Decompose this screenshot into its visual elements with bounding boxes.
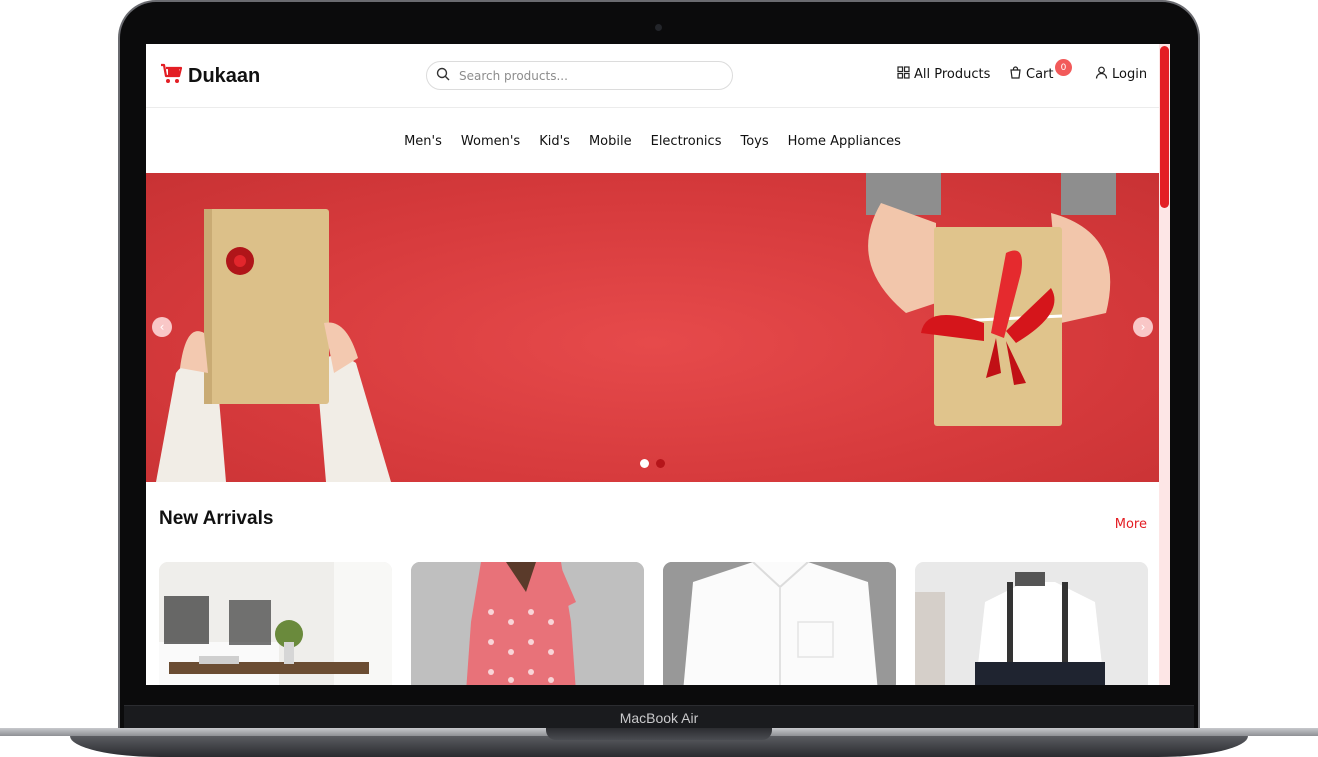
logo-text: Dukaan bbox=[188, 64, 261, 87]
chevron-right-icon: › bbox=[1140, 320, 1146, 334]
chevron-left-icon: ‹ bbox=[159, 320, 165, 334]
category-link-kids[interactable]: Kid's bbox=[539, 134, 570, 149]
category-nav: Men's Women's Kid's Mobile Electronics T… bbox=[146, 109, 1159, 173]
cart-logo-icon bbox=[160, 62, 184, 90]
carousel-dot-1[interactable] bbox=[640, 459, 649, 468]
category-link-toys[interactable]: Toys bbox=[740, 134, 768, 149]
product-image-kurti bbox=[411, 562, 644, 685]
product-card-1[interactable] bbox=[159, 562, 392, 685]
carousel-dot-2[interactable] bbox=[656, 459, 665, 468]
all-products-link[interactable]: All Products bbox=[897, 66, 990, 83]
hero-carousel[interactable]: ‹ › bbox=[146, 173, 1159, 482]
logo[interactable]: Dukaan bbox=[160, 62, 260, 90]
carousel-prev-button[interactable]: ‹ bbox=[152, 317, 172, 337]
camera bbox=[655, 24, 662, 31]
user-icon bbox=[1095, 66, 1108, 83]
product-image-kids-suit bbox=[915, 562, 1148, 685]
new-arrivals-title: New Arrivals bbox=[159, 508, 274, 529]
site-header: Dukaan All Products Cart 0 Login bbox=[146, 44, 1159, 108]
product-card-3[interactable] bbox=[663, 562, 896, 685]
more-link[interactable]: More bbox=[1115, 517, 1147, 532]
grid-icon bbox=[897, 66, 910, 83]
browser-screen: Dukaan All Products Cart 0 Login bbox=[146, 44, 1170, 685]
category-link-home-appliances[interactable]: Home Appliances bbox=[788, 134, 901, 149]
all-products-label: All Products bbox=[914, 67, 991, 82]
search-icon bbox=[436, 66, 450, 85]
scrollbar-thumb[interactable] bbox=[1160, 46, 1169, 208]
login-link[interactable]: Login bbox=[1095, 66, 1147, 83]
product-card-4[interactable] bbox=[915, 562, 1148, 685]
search-bar[interactable] bbox=[426, 61, 733, 90]
product-image-living-room bbox=[159, 562, 392, 685]
cart-label: Cart bbox=[1026, 67, 1054, 82]
product-card-2[interactable] bbox=[411, 562, 644, 685]
laptop-base bbox=[0, 728, 1318, 757]
category-link-mens[interactable]: Men's bbox=[404, 134, 442, 149]
scrollbar-track[interactable] bbox=[1159, 44, 1170, 685]
category-link-mobile[interactable]: Mobile bbox=[589, 134, 632, 149]
category-link-womens[interactable]: Women's bbox=[461, 134, 520, 149]
category-link-electronics[interactable]: Electronics bbox=[651, 134, 722, 149]
product-image-white-shirt bbox=[663, 562, 896, 685]
search-input[interactable] bbox=[457, 67, 707, 84]
login-label: Login bbox=[1112, 67, 1148, 82]
carousel-next-button[interactable]: › bbox=[1133, 317, 1153, 337]
cart-link[interactable]: Cart 0 bbox=[1009, 59, 1072, 83]
cart-count-badge: 0 bbox=[1055, 59, 1072, 76]
hero-banner-image bbox=[156, 173, 1116, 482]
bag-icon bbox=[1009, 66, 1022, 83]
